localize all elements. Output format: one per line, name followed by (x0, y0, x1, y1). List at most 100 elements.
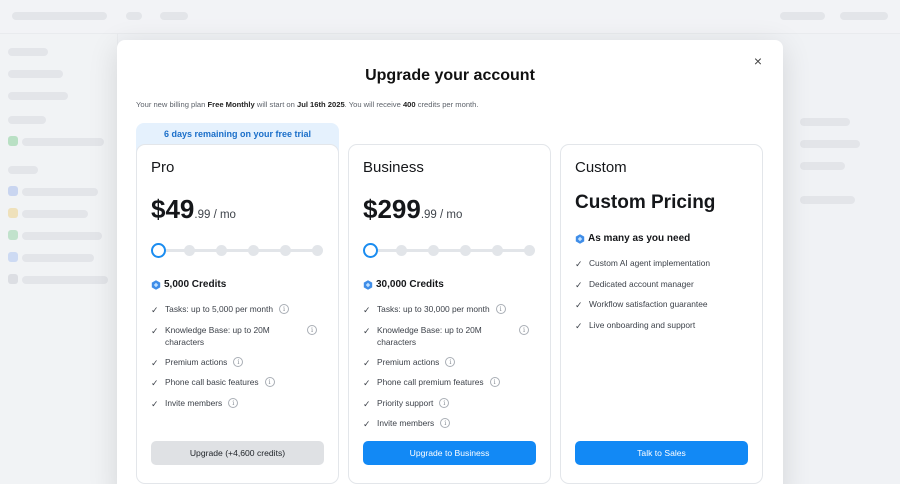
feature-text: Dedicated account manager (589, 278, 694, 289)
info-icon[interactable]: i (233, 356, 244, 367)
feature-text: Custom AI agent implementation (589, 258, 711, 268)
feature-item: ✓ Phone call premium features i (363, 376, 543, 390)
feature-item: ✓ Invite members i (151, 397, 331, 411)
plan-name: Business (363, 159, 424, 176)
info-icon[interactable]: i (228, 397, 239, 408)
feature-item: ✓ Premium actions i (151, 356, 331, 370)
price-cents: .99 / mo (420, 209, 463, 221)
slider-stop[interactable] (460, 245, 471, 256)
feature-text: Tasks: up to 5,000 per month (165, 304, 274, 314)
plan-price: $49.99 / mo (151, 194, 236, 225)
billing-notice: Your new billing plan Free Monthly will … (136, 100, 479, 109)
feature-list: ✓ Tasks: up to 30,000 per month i ✓ Knowled… (363, 303, 543, 438)
feature-item: ✓ Custom AI agent implementation (575, 257, 755, 271)
feature-text: Premium actions (377, 356, 440, 367)
check-icon: ✓ (363, 305, 371, 315)
feature-text: Priority support (377, 397, 434, 408)
check-icon: ✓ (151, 305, 159, 315)
check-icon: ✓ (363, 325, 371, 336)
feature-item: ✓ Invite members i (363, 417, 543, 431)
check-icon: ✓ (151, 357, 159, 368)
feature-text: Knowledge Base: up to 20M characters (165, 324, 270, 348)
credits-slider[interactable] (151, 243, 324, 258)
feature-item: ✓ Phone call basic features i (151, 376, 331, 390)
slider-stop[interactable] (524, 245, 535, 256)
plan-card-custom: Custom Custom Pricing As many as you nee… (560, 144, 763, 484)
feature-item: ✓ Tasks: up to 5,000 per month i (151, 303, 331, 317)
slider-track (370, 249, 530, 252)
info-icon[interactable]: i (279, 304, 290, 314)
talk-to-sales-button[interactable]: Talk to Sales (575, 441, 748, 465)
feature-text: Phone call basic features (165, 377, 259, 387)
slider-stop[interactable] (312, 245, 323, 256)
feature-text: Premium actions (165, 356, 228, 367)
upgrade-modal: × Upgrade your account Your new billing … (117, 40, 783, 484)
plan-name: Custom (575, 159, 627, 176)
credits-label: 30,000 Credits (376, 279, 444, 290)
slider-track (158, 249, 318, 252)
plan-credits: As many as you need (575, 233, 690, 244)
price-cents: .99 / mo (194, 209, 236, 221)
check-icon: ✓ (151, 325, 159, 336)
slider-knob[interactable] (363, 243, 378, 258)
check-icon: ✓ (363, 357, 371, 368)
check-icon: ✓ (575, 259, 583, 269)
billing-credits: 400 (402, 100, 416, 109)
check-icon: ✓ (151, 378, 159, 388)
slider-stop[interactable] (396, 245, 407, 256)
slider-stop[interactable] (248, 245, 259, 256)
price-main: $49 (151, 194, 195, 224)
check-icon: ✓ (151, 398, 159, 409)
billing-prefix: Your new billing plan (136, 100, 208, 109)
feature-item: ✓ Knowledge Base: up to 20M characters i (363, 324, 543, 349)
plan-credits: 30,000 Credits (363, 279, 444, 290)
info-icon[interactable]: i (307, 324, 317, 335)
feature-item: ✓ Live onboarding and support (575, 319, 755, 333)
credits-slider[interactable] (363, 243, 536, 258)
plan-price: $299.99 / mo (363, 194, 462, 225)
billing-middle2: . You will receive (344, 100, 403, 109)
info-icon[interactable]: i (489, 377, 500, 387)
billing-date: Jul 16th 2025 (296, 100, 345, 109)
feature-text: Invite members (165, 397, 223, 408)
slider-stop[interactable] (184, 245, 195, 256)
credits-label: As many as you need (588, 233, 691, 244)
feature-item: ✓ Premium actions i (363, 356, 543, 370)
info-icon[interactable]: i (519, 324, 529, 335)
info-icon[interactable]: i (264, 377, 275, 387)
plan-name: Pro (151, 159, 175, 176)
info-icon[interactable]: i (440, 418, 451, 428)
slider-stop[interactable] (492, 245, 503, 256)
info-icon[interactable]: i (445, 356, 456, 367)
feature-text: Tasks: up to 30,000 per month (377, 304, 490, 314)
feature-list: ✓ Tasks: up to 5,000 per month i ✓ Knowledg… (151, 303, 331, 417)
check-icon: ✓ (575, 320, 583, 331)
info-icon[interactable]: i (439, 397, 450, 408)
custom-pricing-label: Custom Pricing (575, 192, 716, 213)
billing-middle: will start on (254, 100, 297, 109)
check-icon: ✓ (363, 419, 371, 429)
feature-item: ✓ Priority support i (363, 397, 543, 411)
slider-stop[interactable] (280, 245, 291, 256)
price-main: $299 (363, 194, 421, 224)
billing-suffix: credits per month. (415, 100, 479, 109)
feature-item: ✓ Workflow satisfaction guarantee (575, 298, 755, 312)
check-icon: ✓ (363, 398, 371, 409)
slider-knob[interactable] (151, 243, 166, 258)
feature-text: Live onboarding and support (589, 319, 696, 330)
credits-label: 5,000 Credits (164, 279, 227, 290)
modal-title: Upgrade your account (365, 67, 535, 84)
close-icon[interactable]: × (751, 54, 765, 68)
info-icon[interactable]: i (495, 304, 506, 314)
credit-hexagon-icon (363, 279, 373, 290)
upgrade-pro-button[interactable]: Upgrade (+4,600 credits) (151, 441, 324, 465)
check-icon: ✓ (575, 279, 583, 290)
feature-item: ✓ Dedicated account manager (575, 278, 755, 292)
feature-item: ✓ Tasks: up to 30,000 per month i (363, 303, 543, 317)
feature-text: Workflow satisfaction guarantee (589, 299, 708, 309)
plan-credits: 5,000 Credits (151, 279, 226, 290)
feature-list: ✓ Custom AI agent implementation ✓ Dedicat… (575, 257, 755, 339)
upgrade-business-button[interactable]: Upgrade to Business (363, 441, 536, 465)
slider-stop[interactable] (428, 245, 439, 256)
slider-stop[interactable] (216, 245, 227, 256)
